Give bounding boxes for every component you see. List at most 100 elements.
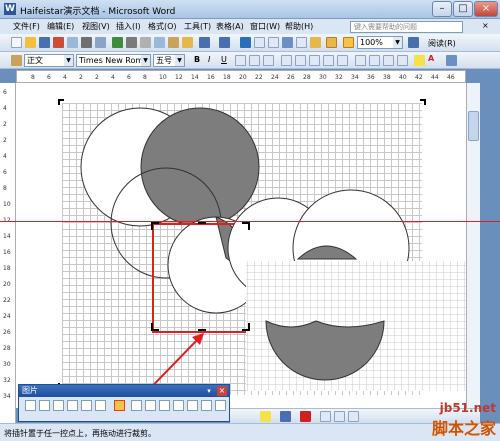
help-icon[interactable] xyxy=(408,37,419,48)
line-color-icon[interactable] xyxy=(280,411,291,422)
rotate-left-icon[interactable] xyxy=(131,400,142,411)
redo-icon[interactable] xyxy=(219,37,230,48)
numbering-icon[interactable] xyxy=(355,55,366,66)
tables-borders-icon[interactable] xyxy=(254,37,265,48)
print-preview-icon[interactable] xyxy=(95,37,106,48)
show-hide-icon[interactable] xyxy=(343,37,354,48)
styles-icon[interactable] xyxy=(11,55,22,66)
picture-toolbar[interactable]: 图片 ▾ × xyxy=(18,384,230,422)
font-size-value: 五号 xyxy=(156,56,172,65)
format-painter-icon[interactable] xyxy=(182,37,193,48)
reset-picture-icon[interactable] xyxy=(215,400,226,411)
minimize-button[interactable]: – xyxy=(432,1,452,17)
less-brightness-icon[interactable] xyxy=(95,400,106,411)
maximize-button[interactable]: □ xyxy=(453,1,473,17)
chevron-down-icon: ▼ xyxy=(64,55,73,66)
dash-style-icon[interactable] xyxy=(334,411,345,422)
align-right-icon[interactable] xyxy=(309,55,320,66)
char-scale-icon[interactable] xyxy=(263,55,274,66)
zoom-select[interactable]: 100% ▼ xyxy=(357,36,403,49)
insert-picture-icon[interactable] xyxy=(25,400,36,411)
more-contrast-icon[interactable] xyxy=(53,400,64,411)
ruler-tick-label: 20 xyxy=(3,281,11,288)
print-icon[interactable] xyxy=(81,37,92,48)
help-search-input[interactable]: 键入需要帮助的问题 xyxy=(350,21,463,33)
line-style-icon[interactable] xyxy=(145,400,156,411)
bold-button[interactable]: B xyxy=(194,55,200,64)
menu-table[interactable]: 表格(A) xyxy=(216,21,244,32)
fill-color-icon[interactable] xyxy=(260,411,271,422)
menu-format[interactable]: 格式(O) xyxy=(148,21,177,32)
permission-icon[interactable] xyxy=(53,37,64,48)
vertical-ruler[interactable]: 642246810121416182022242628303234 xyxy=(0,83,16,423)
document-page[interactable] xyxy=(16,83,470,408)
align-left-icon[interactable] xyxy=(281,55,292,66)
columns-icon[interactable] xyxy=(296,37,307,48)
decrease-indent-icon[interactable] xyxy=(383,55,394,66)
underline-button[interactable]: U xyxy=(221,55,227,64)
paste-icon[interactable] xyxy=(168,37,179,48)
menu-window[interactable]: 窗口(W) xyxy=(250,21,280,32)
italic-button[interactable]: I xyxy=(208,55,210,64)
scrollbar-thumb[interactable] xyxy=(468,111,479,141)
drawing-icon[interactable] xyxy=(310,37,321,48)
word-app-icon[interactable]: W xyxy=(4,3,16,15)
enclose-char-icon[interactable] xyxy=(446,55,457,66)
arrow-style-icon[interactable] xyxy=(348,411,359,422)
email-icon[interactable] xyxy=(67,37,78,48)
standard-toolbar: 100% ▼ 阅读(R) xyxy=(0,34,500,52)
menu-edit[interactable]: 编辑(E) xyxy=(47,21,74,32)
menu-insert[interactable]: 插入(I) xyxy=(116,21,141,32)
menu-view[interactable]: 视图(V) xyxy=(82,21,110,32)
font-size-select[interactable]: 五号 ▼ xyxy=(153,54,185,67)
text-wrapping-icon[interactable] xyxy=(173,400,184,411)
chevron-down-icon: ▼ xyxy=(175,55,184,66)
menu-tools[interactable]: 工具(T) xyxy=(184,21,211,32)
document-map-icon[interactable] xyxy=(326,37,337,48)
distributed-icon[interactable] xyxy=(337,55,348,66)
align-center-icon[interactable] xyxy=(295,55,306,66)
color-icon[interactable] xyxy=(39,400,50,411)
font-color-icon[interactable] xyxy=(300,411,311,422)
hyperlink-icon[interactable] xyxy=(240,37,251,48)
format-picture-icon[interactable] xyxy=(187,400,198,411)
copy-icon[interactable] xyxy=(154,37,165,48)
font-select[interactable]: Times New Roman ▼ xyxy=(76,54,151,67)
set-transparent-color-icon[interactable] xyxy=(201,400,212,411)
venn-shapes[interactable] xyxy=(16,83,470,408)
insert-excel-icon[interactable] xyxy=(282,37,293,48)
compress-pictures-icon[interactable] xyxy=(159,400,170,411)
chevron-down-icon[interactable]: ▾ xyxy=(204,386,214,396)
open-icon[interactable] xyxy=(25,37,36,48)
crop-icon[interactable] xyxy=(114,400,125,411)
ruler-tick-label: 32 xyxy=(3,377,11,384)
menu-file[interactable]: 文件(F) xyxy=(13,21,40,32)
font-color-button[interactable]: A xyxy=(428,54,434,63)
style-select[interactable]: 正文 ▼ xyxy=(24,54,74,67)
close-button[interactable]: × xyxy=(474,1,498,17)
save-icon[interactable] xyxy=(39,37,50,48)
increase-indent-icon[interactable] xyxy=(397,55,408,66)
bullets-icon[interactable] xyxy=(369,55,380,66)
read-mode-button[interactable]: 阅读(R) xyxy=(428,38,456,49)
research-icon[interactable] xyxy=(126,37,137,48)
more-brightness-icon[interactable] xyxy=(81,400,92,411)
ruler-tick-label: 18 xyxy=(3,265,11,272)
horizontal-ruler[interactable]: 8 6 4 2 2 4 6 8 10 12 14 16 18 20 22 24 26 28 30 32 34 36 38 40… xyxy=(16,70,466,83)
vertical-scrollbar[interactable] xyxy=(466,83,480,408)
undo-icon[interactable] xyxy=(199,37,210,48)
char-border-icon[interactable] xyxy=(235,55,246,66)
insert-table-icon[interactable] xyxy=(268,37,279,48)
line-style-icon[interactable] xyxy=(320,411,331,422)
justify-icon[interactable] xyxy=(323,55,334,66)
spelling-icon[interactable] xyxy=(112,37,123,48)
less-contrast-icon[interactable] xyxy=(67,400,78,411)
doc-close-icon[interactable]: × xyxy=(482,21,489,30)
menu-help[interactable]: 帮助(H) xyxy=(285,21,313,32)
picture-toolbar-close-icon[interactable]: × xyxy=(217,386,227,396)
new-doc-icon[interactable] xyxy=(11,37,22,48)
char-shading-icon[interactable] xyxy=(249,55,260,66)
highlight-icon[interactable] xyxy=(414,55,425,66)
cut-icon[interactable] xyxy=(140,37,151,48)
menu-bar: 文件(F) 编辑(E) 视图(V) 插入(I) 格式(O) 工具(T) 表格(A… xyxy=(0,19,500,34)
